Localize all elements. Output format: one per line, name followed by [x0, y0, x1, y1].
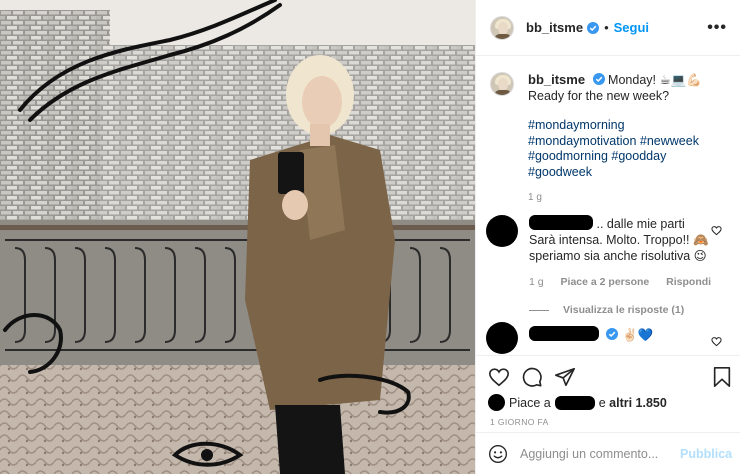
view-replies-label: Visualizza le risposte (1): [563, 304, 685, 316]
hashtag-link[interactable]: #goodmorning: [528, 149, 608, 163]
likes-others-link[interactable]: altri 1.850: [609, 396, 667, 410]
hashtag-link[interactable]: #goodday: [611, 149, 666, 163]
bookmark-icon[interactable]: [711, 366, 733, 388]
comment-text: .. dalle mie parti Sarà intensa. Molto. …: [529, 215, 709, 264]
comment-likes[interactable]: Piace a 2 persone: [561, 276, 650, 288]
verified-icon: [592, 73, 605, 85]
comment-avatar[interactable]: [486, 215, 518, 247]
likes-and: e: [598, 395, 606, 410]
post-caption: bb_itsme Monday! ☕💻💪🏻 Ready for the new …: [490, 72, 730, 203]
caption-time: 1 g: [528, 192, 542, 203]
add-comment-bar: Pubblica: [476, 432, 740, 474]
redacted-username[interactable]: [529, 215, 593, 230]
view-replies-button[interactable]: Visualizza le risposte (1): [529, 304, 736, 316]
post-date: 1 GIORNO FA: [490, 417, 549, 427]
post-photo[interactable]: [0, 0, 475, 474]
hashtag-link[interactable]: #mondaymorning: [528, 118, 625, 132]
comment-heart-icon[interactable]: [711, 336, 722, 347]
verified-icon: [587, 21, 600, 34]
action-icons: [488, 366, 733, 390]
photo-illustration: [0, 0, 475, 474]
comment-line2: intensa. Molto. Troppo!! 🙈 speriamo sia …: [529, 233, 709, 263]
replies-divider: [529, 309, 549, 311]
post-panel: bb_itsme • Segui ••• bb_itsme Monday! ☕💻…: [475, 0, 740, 474]
caption-avatar[interactable]: [490, 72, 514, 96]
share-icon[interactable]: [554, 366, 576, 388]
comment-input[interactable]: [520, 446, 680, 461]
caption-message: Monday! ☕💻💪🏻: [608, 73, 702, 87]
comment-icon[interactable]: [521, 366, 543, 388]
likes-prefix: Piace a: [509, 395, 551, 410]
comment-meta: 1 g Piace a 2 persone Rispondi: [529, 276, 736, 288]
comment-time: 1 g: [529, 276, 544, 288]
comment-emoji: ✌🏻💙: [621, 328, 654, 342]
verified-icon: [606, 328, 619, 340]
redacted-username[interactable]: [529, 326, 599, 341]
comment-avatar[interactable]: [486, 322, 518, 354]
header-username[interactable]: bb_itsme: [526, 20, 583, 35]
separator-dot: •: [604, 20, 609, 35]
heart-icon[interactable]: [488, 366, 510, 388]
hashtag-link[interactable]: #goodweek: [528, 165, 592, 179]
caption-text: bb_itsme Monday! ☕💻💪🏻 Ready for the new …: [528, 72, 730, 104]
comment-item: .. dalle mie parti Sarà intensa. Molto. …: [486, 215, 736, 316]
comment-heart-icon[interactable]: [711, 225, 722, 236]
hashtag-link[interactable]: #mondaymotivation: [528, 134, 636, 148]
publish-button[interactable]: Pubblica: [680, 447, 732, 461]
more-icon[interactable]: •••: [707, 19, 727, 36]
comment-item: ✌🏻💙: [486, 322, 736, 354]
caption-hashtags: #mondaymorning #mondaymotivation #newwee…: [528, 118, 730, 180]
redacted-username[interactable]: [554, 395, 595, 410]
post-header: bb_itsme • Segui •••: [476, 0, 740, 56]
caption-question: Ready for the new week?: [528, 89, 670, 103]
likes-summary: Piace a e altri 1.850: [488, 394, 667, 411]
hashtag-link[interactable]: #newweek: [640, 134, 699, 148]
liker-avatar[interactable]: [488, 394, 505, 411]
post-actions: Piace a e altri 1.850 1 GIORNO FA: [476, 355, 740, 427]
avatar[interactable]: [490, 15, 514, 40]
comment-text: ✌🏻💙: [529, 326, 709, 343]
reply-button[interactable]: Rispondi: [666, 276, 711, 288]
follow-button[interactable]: Segui: [614, 20, 649, 35]
emoji-icon[interactable]: [488, 444, 508, 464]
caption-username[interactable]: bb_itsme: [528, 72, 585, 87]
